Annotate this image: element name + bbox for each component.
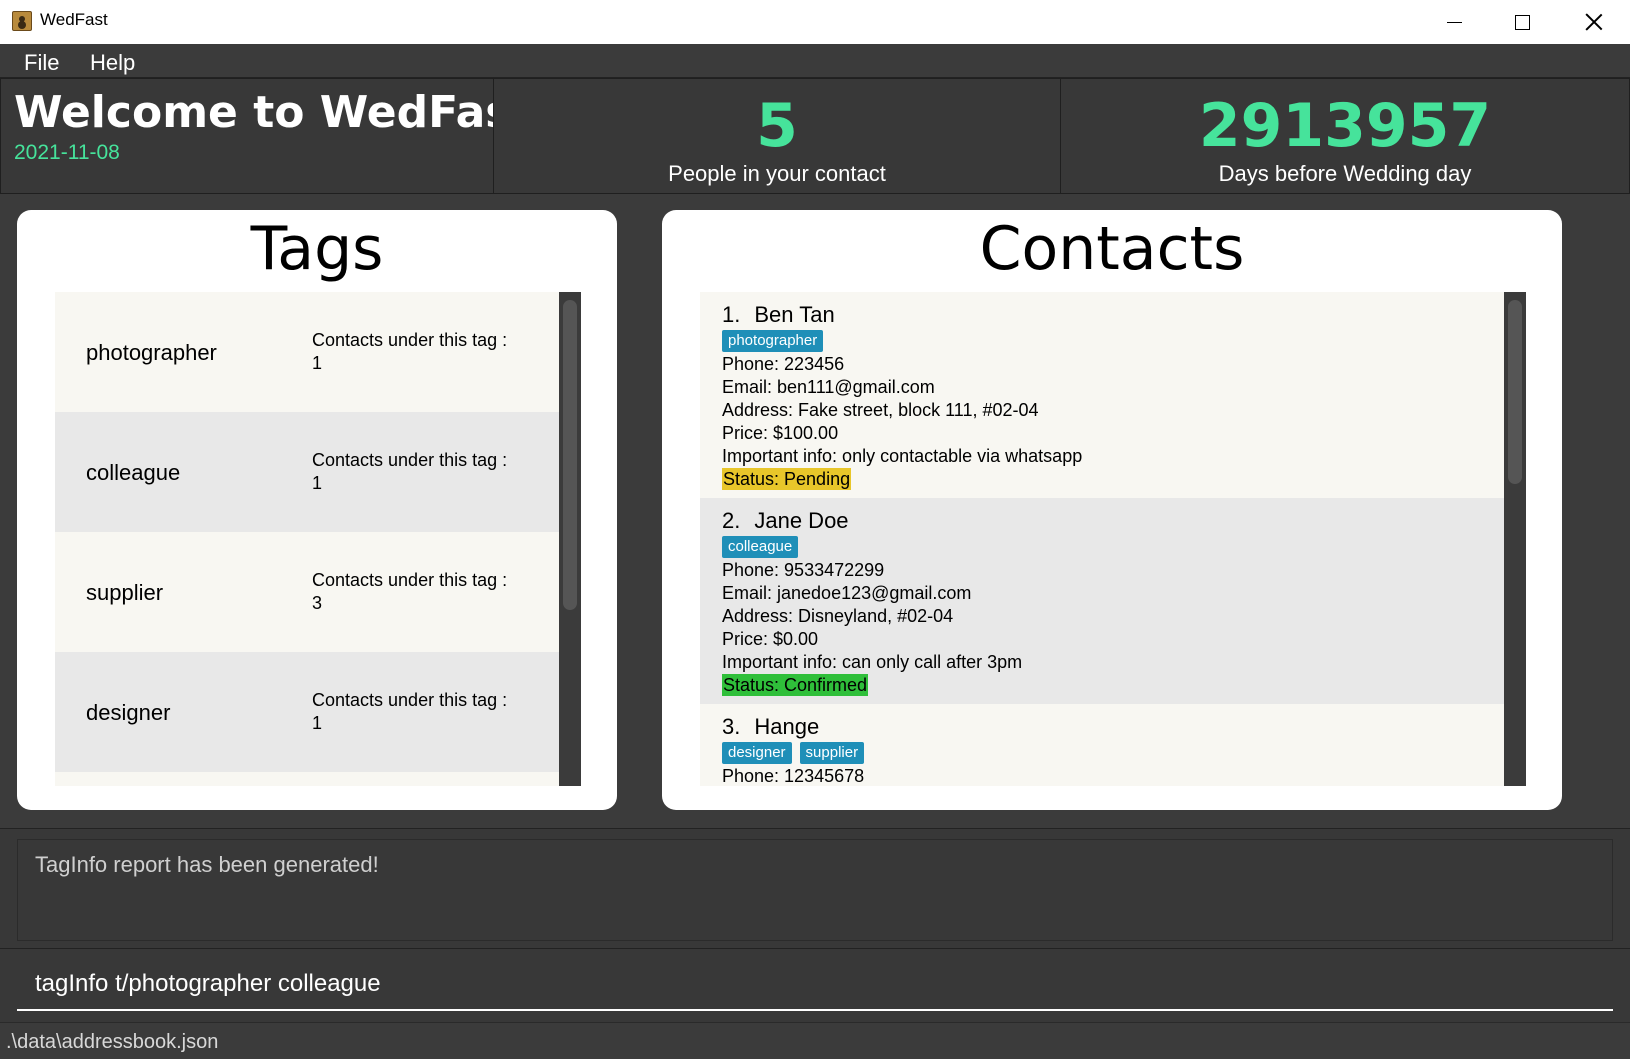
tag-count: 1 bbox=[312, 353, 323, 373]
menu-help[interactable]: Help bbox=[90, 50, 135, 76]
tags-title: Tags bbox=[250, 214, 384, 284]
close-button[interactable] bbox=[1560, 0, 1628, 44]
contact-index: 1. bbox=[722, 302, 741, 327]
maximize-icon bbox=[1514, 14, 1530, 30]
contact-index: 2. bbox=[722, 508, 741, 533]
contact-count: 5 bbox=[756, 91, 798, 161]
close-icon bbox=[1585, 13, 1603, 31]
contact-count-caption: People in your contact bbox=[668, 161, 886, 186]
minimize-icon bbox=[1446, 21, 1462, 23]
tag-chip: photographer bbox=[722, 330, 824, 352]
tag-count-label: Contacts under this tag : bbox=[312, 330, 508, 350]
contact-name: 3. Hange bbox=[722, 714, 1504, 740]
contacts-title: Contacts bbox=[979, 214, 1245, 284]
tag-row[interactable]: photographer Contacts under this tag : 1 bbox=[55, 292, 559, 412]
tags-scrollbar[interactable] bbox=[559, 292, 581, 786]
contact-tags: designer supplier bbox=[722, 742, 1504, 765]
tag-name: designer bbox=[86, 700, 171, 725]
contact-phone: Phone: 223456 bbox=[722, 354, 845, 374]
tag-count-label: Contacts under this tag : bbox=[312, 690, 508, 710]
contact-important-info: Important info: only contactable via wha… bbox=[722, 446, 1083, 466]
tag-count: 1 bbox=[312, 473, 323, 493]
days-count: 2913957 bbox=[1198, 91, 1492, 161]
contact-price: Price: $0.00 bbox=[722, 629, 819, 649]
contact-phone: Phone: 9533472299 bbox=[722, 560, 885, 580]
contact-tags: colleague bbox=[722, 536, 1504, 559]
title-bar: WedFast bbox=[0, 0, 1630, 44]
contact-price: Price: $100.00 bbox=[722, 423, 839, 443]
contact-name-text: Jane Doe bbox=[754, 508, 849, 533]
contact-card[interactable]: 3. Hange designer supplier Phone: 12345678 bbox=[700, 704, 1504, 786]
command-input[interactable] bbox=[17, 959, 1613, 1011]
welcome-title: Welcome to WedFast! bbox=[14, 87, 553, 138]
contact-email: Email: ben111@gmail.com bbox=[722, 377, 935, 397]
tag-row[interactable]: designer Contacts under this tag : 1 bbox=[55, 652, 559, 772]
contact-card[interactable]: 1. Ben Tan photographer Phone: 223456 Ema… bbox=[700, 292, 1504, 498]
status-badge: Status: Pending bbox=[722, 468, 852, 490]
result-message: TagInfo report has been generated! bbox=[35, 852, 379, 877]
contacts-list[interactable]: 1. Ben Tan photographer Phone: 223456 Ema… bbox=[700, 292, 1504, 786]
tag-name: colleague bbox=[86, 460, 181, 485]
tag-count: 1 bbox=[312, 713, 323, 733]
contact-address: Address: Fake street, block 111, #02-04 bbox=[722, 400, 1039, 420]
current-date: 2021-11-08 bbox=[14, 141, 120, 164]
contact-count-panel: 5 People in your contact bbox=[493, 78, 1061, 194]
contact-important-info: Important info: can only call after 3pm bbox=[722, 652, 1023, 672]
tags-scrollbar-thumb[interactable] bbox=[563, 300, 577, 610]
contact-name: 1. Ben Tan bbox=[722, 302, 1504, 328]
contact-card[interactable]: 2. Jane Doe colleague Phone: 9533472299 E… bbox=[700, 498, 1504, 704]
tag-name: supplier bbox=[86, 580, 164, 605]
contact-name-text: Hange bbox=[754, 714, 820, 739]
contact-phone: Phone: 12345678 bbox=[722, 766, 865, 786]
tags-card: Tags photographer Contacts under this ta… bbox=[17, 210, 617, 810]
contacts-scrollbar[interactable] bbox=[1504, 292, 1526, 786]
contact-address: Address: Disneyland, #02-04 bbox=[722, 606, 954, 626]
result-display: TagInfo report has been generated! bbox=[17, 839, 1613, 941]
app-icon bbox=[12, 11, 32, 31]
tag-count-label: Contacts under this tag : bbox=[312, 450, 508, 470]
command-area bbox=[0, 948, 1630, 1022]
days-countdown-panel: 2913957 Days before Wedding day bbox=[1060, 78, 1630, 194]
contact-tags: photographer bbox=[722, 330, 1504, 353]
tag-count: 3 bbox=[312, 593, 323, 613]
tag-chip: designer bbox=[722, 742, 792, 764]
data-file-path: .\data\addressbook.json bbox=[6, 1031, 219, 1053]
tags-list[interactable]: photographer Contacts under this tag : 1… bbox=[55, 292, 559, 786]
minimize-button[interactable] bbox=[1420, 0, 1488, 44]
tag-count-label: Contacts under this tag : bbox=[312, 570, 508, 590]
tag-name: photographer bbox=[86, 340, 217, 365]
result-display-area: TagInfo report has been generated! bbox=[0, 828, 1630, 948]
contact-name: 2. Jane Doe bbox=[722, 508, 1504, 534]
tag-chip: colleague bbox=[722, 536, 799, 558]
status-badge: Status: Confirmed bbox=[722, 674, 869, 696]
contact-name-text: Ben Tan bbox=[754, 302, 835, 327]
menu-file[interactable]: File bbox=[24, 50, 59, 76]
contact-email: Email: janedoe123@gmail.com bbox=[722, 583, 972, 603]
contacts-scrollbar-thumb[interactable] bbox=[1508, 300, 1522, 484]
menu-bar: File Help bbox=[0, 44, 1630, 78]
tag-row[interactable]: supplier Contacts under this tag : 3 bbox=[55, 532, 559, 652]
status-bar: .\data\addressbook.json bbox=[0, 1022, 1630, 1059]
days-count-caption: Days before Wedding day bbox=[1218, 161, 1472, 186]
window-title: WedFast bbox=[40, 10, 108, 29]
tag-chip: supplier bbox=[799, 742, 865, 764]
tag-row[interactable] bbox=[55, 772, 559, 786]
welcome-panel: Welcome to WedFast! 2021-11-08 bbox=[0, 78, 553, 194]
tag-row[interactable]: colleague Contacts under this tag : 1 bbox=[55, 412, 559, 532]
contacts-card: Contacts 1. Ben Tan photographer Phone: 2… bbox=[662, 210, 1562, 810]
contact-index: 3. bbox=[722, 714, 741, 739]
maximize-button[interactable] bbox=[1488, 0, 1556, 44]
